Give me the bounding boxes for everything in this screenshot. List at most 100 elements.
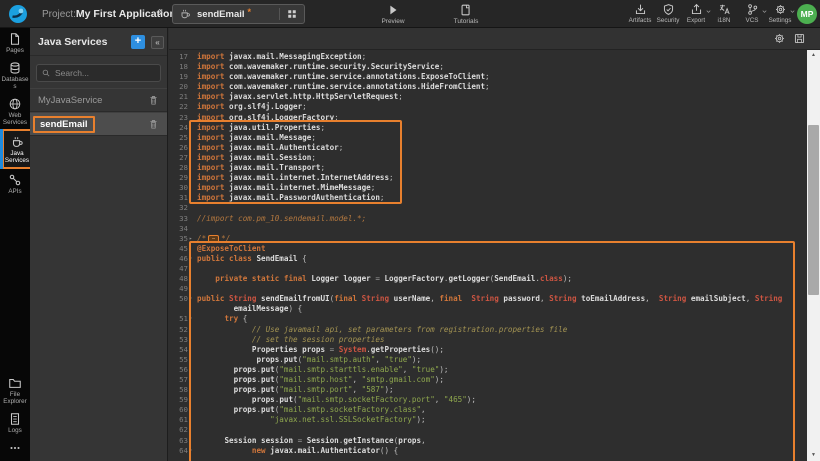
code-line[interactable]: 50▾public String sendEmailfromUI(final S… <box>169 294 820 304</box>
code-line[interactable]: 23import org.slf4j.LoggerFactory; <box>169 113 820 123</box>
fold-marker[interactable]: ▾ <box>189 294 196 304</box>
collapse-panel-button[interactable]: « <box>151 36 164 49</box>
coffee-icon <box>179 8 191 20</box>
code-line[interactable]: 24import java.util.Properties; <box>169 123 820 133</box>
code-line[interactable]: 25import javax.mail.Message; <box>169 133 820 143</box>
search-input[interactable] <box>55 65 155 81</box>
topbar-artifacts-button[interactable]: Artifacts <box>626 2 654 24</box>
delete-service-icon[interactable] <box>148 94 159 106</box>
code-line[interactable]: 29import javax.mail.internet.InternetAdd… <box>169 173 820 183</box>
line-number: 51 <box>169 314 188 324</box>
fold-marker[interactable]: ▾ <box>189 446 196 456</box>
topbar-item-label: Export <box>682 17 710 24</box>
code-line[interactable]: 26import javax.mail.Authenticator; <box>169 143 820 153</box>
save-file-icon[interactable] <box>793 32 806 45</box>
code-area[interactable]: 17import javax.mail.MessagingException;1… <box>169 50 820 461</box>
code-line[interactable]: 64▾ new javax.mail.Authenticator() { <box>169 446 820 456</box>
code-line[interactable]: 58 props.put("mail.smtp.port", "587"); <box>169 385 820 395</box>
code-line[interactable]: 62 <box>169 425 820 435</box>
more-icon <box>8 441 22 455</box>
sidebar-item-java-services[interactable]: Java Services <box>2 129 32 169</box>
sidebar-item-apis[interactable]: APIs <box>0 169 30 198</box>
wavemaker-studio: Project:My First Application › sendEmail… <box>0 0 820 461</box>
line-number: 60 <box>169 405 188 415</box>
code-line[interactable]: 33//import com.pm_10.sendemail.model.*; <box>169 214 820 224</box>
sidebar-item-pages[interactable]: Pages <box>0 28 30 57</box>
code-line[interactable]: 30import javax.mail.internet.MimeMessage… <box>169 183 820 193</box>
line-number: 58 <box>169 385 188 395</box>
sidebar-item-file-explorer[interactable]: File Explorer <box>0 372 30 408</box>
code-line[interactable]: 47 <box>169 264 820 274</box>
code-line[interactable]: 59 props.put("mail.smtp.socketFactory.po… <box>169 395 820 405</box>
code-line[interactable]: 49 <box>169 284 820 294</box>
code-line[interactable]: 46▾public class SendEmail { <box>169 254 820 264</box>
code-line[interactable]: 18import com.wavemaker.runtime.security.… <box>169 62 820 72</box>
topbar-security-button[interactable]: Security <box>654 2 682 24</box>
code-line[interactable]: 22import org.slf4j.Logger; <box>169 102 820 112</box>
fold-marker[interactable]: ▾ <box>189 314 196 324</box>
code-line[interactable]: 31import javax.mail.PasswordAuthenticati… <box>169 193 820 203</box>
code-line[interactable]: 57 props.put("mail.smtp.host", "smtp.gma… <box>169 375 820 385</box>
code-line[interactable]: 53 // set the session properties <box>169 335 820 345</box>
code-line[interactable]: emailMessage) { <box>169 304 820 314</box>
code-line[interactable]: 54 Properties props = System.getProperti… <box>169 345 820 355</box>
line-number: 34 <box>169 224 188 234</box>
topbar-vcs-button[interactable]: VCS <box>738 2 766 24</box>
code-line[interactable]: 27import javax.mail.Session; <box>169 153 820 163</box>
topbar-settings-button[interactable]: Settings <box>766 2 794 24</box>
code-line[interactable]: 19import com.wavemaker.runtime.service.a… <box>169 72 820 82</box>
sidebar-item-logs[interactable]: Logs <box>0 408 30 437</box>
sidebar-item-databases[interactable]: Databases <box>0 57 30 93</box>
scroll-up-button[interactable]: ▲ <box>807 50 820 61</box>
vertical-scrollbar[interactable]: ▲ ▼ <box>807 50 820 461</box>
code-line[interactable]: 60 props.put("mail.smtp.socketFactory.cl… <box>169 405 820 415</box>
line-number: 22 <box>169 102 188 112</box>
tutorials-button[interactable]: Tutorials <box>444 2 488 25</box>
add-service-button[interactable]: + <box>131 35 145 49</box>
code-line[interactable]: 32 <box>169 203 820 213</box>
preview-button[interactable]: Preview <box>374 2 412 25</box>
code-line[interactable]: 61 "javax.net.ssl.SSLSocketFactory"); <box>169 415 820 425</box>
topbar-i18n-button[interactable]: i18N <box>710 2 738 24</box>
scrollbar-thumb[interactable] <box>808 125 819 295</box>
code-line[interactable]: 35▸/*⋯*/ <box>169 234 820 244</box>
line-number: 29 <box>169 173 188 183</box>
sidebar-item-label: Web Services <box>0 112 30 126</box>
unsaved-marker: * <box>248 7 252 17</box>
line-number: 45 <box>169 244 188 254</box>
code-line[interactable]: 56 props.put("mail.smtp.starttls.enable"… <box>169 365 820 375</box>
service-item-sendemail[interactable]: sendEmail <box>30 112 167 136</box>
grid-icon[interactable] <box>286 8 298 20</box>
sidebar-item-label: Logs <box>0 427 30 434</box>
code-line[interactable]: 55 props.put("mail.smtp.auth", "true"); <box>169 355 820 365</box>
sidebar-item-label: Pages <box>0 47 30 54</box>
code-line[interactable]: 52 // Use javamail api, set parameters f… <box>169 325 820 335</box>
code-line[interactable]: 34 <box>169 224 820 234</box>
collapsed-comment-badge[interactable]: ⋯ <box>208 235 219 243</box>
sidebar-item-web-services[interactable]: Web Services <box>0 93 30 129</box>
topbar-export-button[interactable]: Export <box>682 2 710 24</box>
code-line[interactable]: 51▾ try { <box>169 314 820 324</box>
service-item-myjavaservice[interactable]: MyJavaService <box>30 88 167 112</box>
tab-sendemail[interactable]: sendEmail * <box>172 4 305 24</box>
sidebar-item-more[interactable] <box>0 437 30 461</box>
wavemaker-logo-icon[interactable] <box>8 4 28 24</box>
fold-marker[interactable]: ▾ <box>189 254 196 264</box>
code-line[interactable]: 21import javax.servlet.http.HttpServletR… <box>169 92 820 102</box>
topbar-item-label: VCS <box>738 17 766 24</box>
code-line[interactable]: 28import javax.mail.Transport; <box>169 163 820 173</box>
code-line[interactable]: 17import javax.mail.MessagingException; <box>169 52 820 62</box>
editor-settings-gear-icon[interactable] <box>773 32 786 45</box>
fold-marker[interactable]: ▸ <box>189 234 196 244</box>
avatar[interactable]: MP <box>797 4 817 24</box>
code-line[interactable]: 20import com.wavemaker.runtime.service.a… <box>169 82 820 92</box>
code-line[interactable]: 45@ExposeToClient <box>169 244 820 254</box>
download-icon <box>634 3 647 16</box>
sidebar-item-label: Databases <box>0 76 30 90</box>
code-line[interactable]: 48 private static final Logger logger = … <box>169 274 820 284</box>
line-number: 25 <box>169 133 188 143</box>
scroll-down-button[interactable]: ▼ <box>807 450 820 461</box>
globe-icon <box>8 97 22 111</box>
code-line[interactable]: 63 Session session = Session.getInstance… <box>169 436 820 446</box>
delete-service-icon[interactable] <box>148 118 159 130</box>
